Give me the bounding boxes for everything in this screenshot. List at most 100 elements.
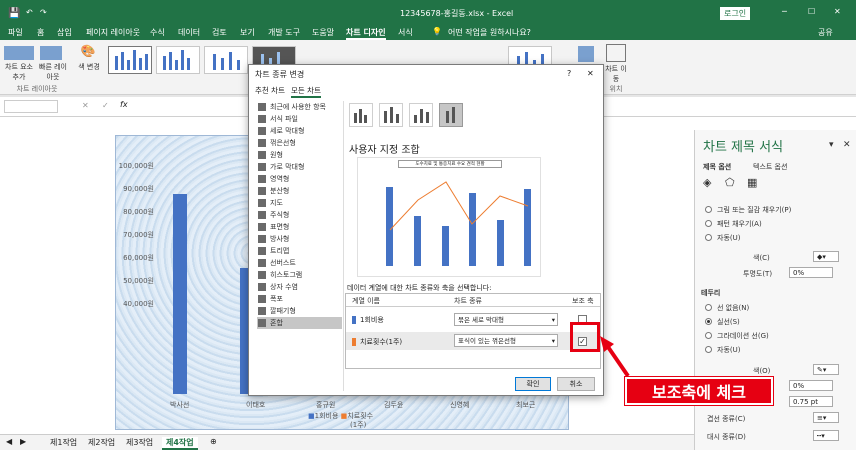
line-transparency-input[interactable]: 0% (789, 380, 833, 391)
chart-type-item[interactable]: 주식형 (257, 209, 342, 221)
tab-all-charts[interactable]: 모든 차트 (291, 85, 321, 98)
tab-view[interactable]: 보기 (240, 27, 255, 38)
tab-data[interactable]: 데이터 (178, 27, 200, 38)
border-radio[interactable] (705, 304, 712, 311)
chart-type-item[interactable]: 꺾은선형 (257, 137, 342, 149)
series-chart-type-select[interactable]: 묶은 세로 막대형 ▾ (454, 313, 558, 326)
close-icon[interactable]: ✕ (834, 7, 841, 16)
combo-type-clustered-line-secondary-icon[interactable] (379, 103, 403, 127)
tab-help[interactable]: 도움말 (312, 27, 334, 38)
chart-style-3[interactable] (204, 46, 248, 74)
add-sheet-icon[interactable]: ⊕ (210, 437, 217, 446)
transparency-input[interactable]: 0% (789, 267, 833, 278)
ok-button[interactable]: 확인 (515, 377, 551, 391)
help-icon[interactable]: ? (567, 69, 571, 78)
border-radio[interactable] (705, 346, 712, 353)
chart-type-item[interactable]: 선버스트 (257, 257, 342, 269)
tab-developer[interactable]: 개발 도구 (268, 27, 300, 38)
tab-recommended-charts[interactable]: 추천 차트 (255, 85, 285, 96)
box-whisker-icon (258, 283, 266, 291)
add-chart-element-button[interactable]: 차트 요소 추가 (2, 62, 36, 82)
function-icon[interactable]: fx (120, 100, 128, 109)
name-box[interactable] (4, 100, 58, 113)
x-tick: 박사선 (170, 401, 190, 409)
dash-type-select[interactable]: ┅▾ (813, 430, 839, 441)
login-button[interactable]: 로그인 (720, 7, 751, 20)
combo-type-area-column-icon[interactable] (409, 103, 433, 127)
move-chart-button[interactable]: 차트 이동 (604, 64, 628, 84)
next-sheet-icon[interactable]: ▶ (20, 437, 26, 446)
fill-radio[interactable] (705, 206, 712, 213)
chart-type-item[interactable]: 깔때기형 (257, 305, 342, 317)
prev-sheet-icon[interactable]: ◀ (6, 437, 12, 446)
chart-type-item[interactable]: 지도 (257, 197, 342, 209)
fill-radio[interactable] (705, 220, 712, 227)
border-radio[interactable] (705, 332, 712, 339)
chart-type-item[interactable]: 세로 막대형 (257, 125, 342, 137)
tab-chart-design[interactable]: 차트 디자인 (346, 27, 386, 40)
chart-type-item[interactable]: 표면형 (257, 221, 342, 233)
size-properties-icon[interactable]: ▦ (747, 176, 757, 189)
chart-type-item-selected[interactable]: 혼합 (257, 317, 342, 329)
series-color-swatch (352, 316, 356, 324)
compound-type-select[interactable]: ≡▾ (813, 412, 839, 423)
cancel-button[interactable]: 취소 (557, 377, 595, 391)
chart-type-item[interactable]: 원형 (257, 149, 342, 161)
chart-style-1[interactable] (108, 46, 152, 74)
pane-close-icon[interactable]: ✕ (843, 140, 851, 150)
tab-title-options[interactable]: 제목 옵션 (703, 162, 731, 172)
tab-home[interactable]: 홈 (37, 27, 44, 38)
minimize-icon[interactable]: ─ (782, 7, 787, 16)
line-width-input[interactable]: 0.75 pt (789, 396, 833, 407)
tab-file[interactable]: 파일 (8, 27, 23, 38)
chart-type-item[interactable]: 상자 수염 (257, 281, 342, 293)
chart-bar[interactable] (173, 194, 187, 394)
sheet-tab[interactable]: 제3작업 (126, 437, 153, 448)
enter-icon[interactable]: ✓ (102, 101, 109, 110)
combo-type-custom-icon[interactable] (439, 103, 463, 127)
line-color-picker[interactable]: ✎▾ (813, 364, 839, 375)
chart-type-item[interactable]: 방사형 (257, 233, 342, 245)
chart-type-item[interactable]: 분산형 (257, 185, 342, 197)
border-section-header[interactable]: 테두리 (701, 288, 720, 298)
fill-color-picker[interactable]: ◆▾ (813, 251, 839, 262)
chart-bar[interactable] (240, 268, 248, 394)
quick-layout-button[interactable]: 빠른 레이아웃 (36, 62, 70, 82)
border-radio-selected[interactable] (705, 318, 712, 325)
share-button[interactable]: 공유 (818, 27, 833, 38)
undo-icon[interactable]: ↶ (26, 8, 33, 17)
sheet-tab-active[interactable]: 제4작업 (162, 437, 198, 450)
chart-type-item[interactable]: 트리맵 (257, 245, 342, 257)
tab-format[interactable]: 서식 (398, 27, 413, 38)
chart-type-item[interactable]: 영역형 (257, 173, 342, 185)
series-table: 계열 이름 차트 종류 보조 축 1회비용 묶은 세로 막대형 ▾ 치료횟수(1주… (345, 293, 601, 369)
effects-icon[interactable]: ⬠ (725, 176, 735, 189)
fill-line-icon[interactable]: ◈ (703, 176, 711, 189)
tab-page-layout[interactable]: 페이지 레이아웃 (86, 27, 140, 38)
chart-type-item[interactable]: 히스토그램 (257, 269, 342, 281)
pane-dropdown-icon[interactable]: ▾ (829, 140, 834, 150)
sheet-tab[interactable]: 제2작업 (88, 437, 115, 448)
redo-icon[interactable]: ↷ (40, 8, 47, 17)
restore-icon[interactable]: ☐ (808, 7, 815, 16)
save-icon[interactable]: 💾 (8, 8, 20, 19)
sheet-tab[interactable]: 제1작업 (50, 437, 77, 448)
series-chart-type-select[interactable]: 표식이 있는 꺾은선형 ▾ (454, 334, 558, 347)
dialog-close-icon[interactable]: ✕ (587, 69, 594, 78)
tab-formulas[interactable]: 수식 (150, 27, 165, 38)
cancel-icon[interactable]: ✕ (82, 101, 89, 110)
chart-style-2[interactable] (156, 46, 200, 74)
chevron-down-icon: ▾ (551, 316, 555, 324)
chart-type-item[interactable]: 최근에 사용한 항목 (257, 101, 342, 113)
chart-type-item[interactable]: 폭포 (257, 293, 342, 305)
chart-type-item[interactable]: 가로 막대형 (257, 161, 342, 173)
tab-text-options[interactable]: 텍스트 옵션 (753, 162, 787, 172)
fill-radio[interactable] (705, 234, 712, 241)
tab-insert[interactable]: 삽입 (57, 27, 72, 38)
chart-type-item[interactable]: 서식 파일 (257, 113, 342, 125)
change-colors-button[interactable]: 색 변경 (74, 62, 104, 72)
tab-review[interactable]: 검토 (212, 27, 227, 38)
combo-type-clustered-line-icon[interactable] (349, 103, 373, 127)
col-header-series-name: 계열 이름 (352, 297, 380, 305)
tell-me-search[interactable]: 어떤 작업을 원하시나요? (448, 27, 531, 38)
